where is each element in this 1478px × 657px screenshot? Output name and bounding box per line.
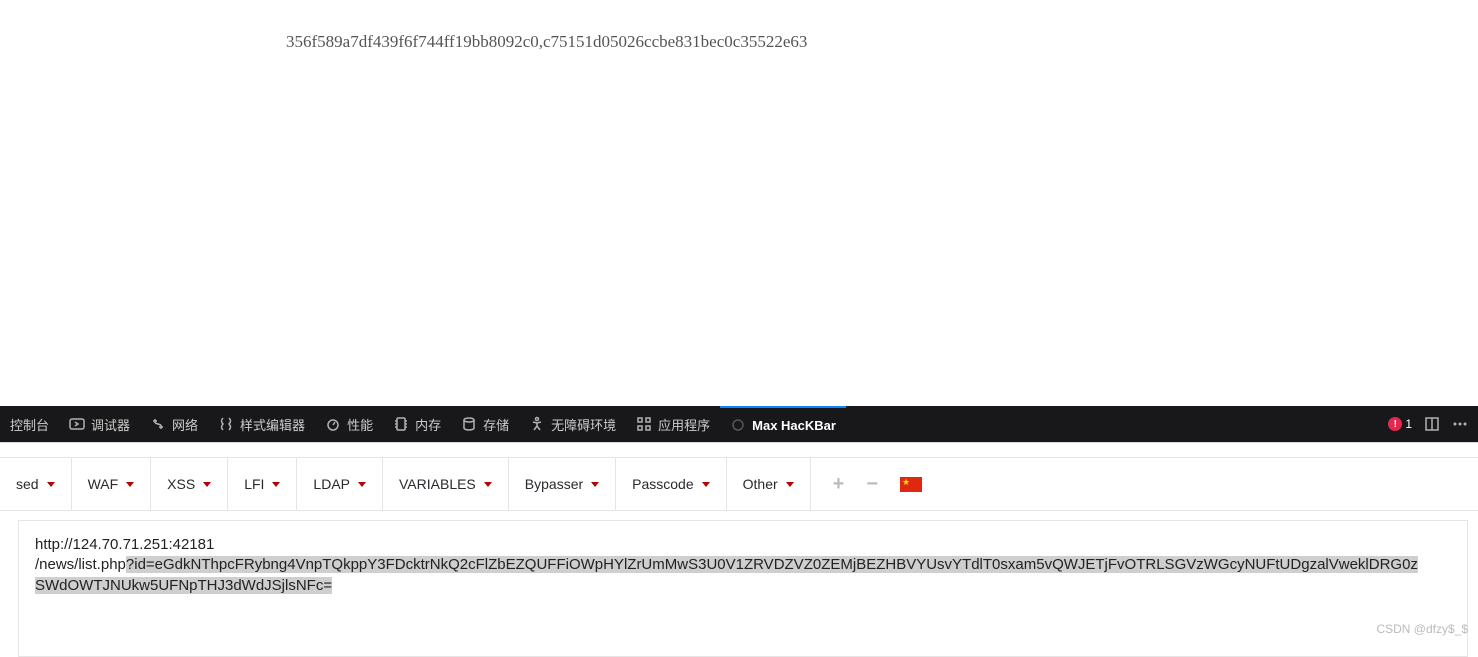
ldap-label: LDAP [313, 476, 350, 492]
sed-label: sed [16, 476, 39, 492]
memory-label: 内存 [415, 415, 441, 434]
hackbar-icon [730, 417, 746, 433]
caret-icon [484, 482, 492, 487]
tab-console[interactable]: 控制台 [0, 406, 59, 442]
performance-label: 性能 [347, 415, 373, 434]
passcode-label: Passcode [632, 476, 693, 492]
tab-accessibility[interactable]: 无障碍环境 [519, 406, 626, 442]
storage-label: 存储 [483, 415, 509, 434]
more-icon[interactable] [1452, 416, 1468, 432]
variables-label: VARIABLES [399, 476, 476, 492]
url-input[interactable]: http://124.70.71.251:42181 /news/list.ph… [18, 520, 1468, 657]
style-label: 样式编辑器 [240, 415, 305, 434]
style-icon [218, 416, 234, 432]
caret-icon [272, 482, 280, 487]
waf-label: WAF [88, 476, 119, 492]
caret-icon [786, 482, 794, 487]
tool-xss[interactable]: XSS [151, 458, 228, 510]
error-count: 1 [1405, 417, 1412, 431]
caret-icon [126, 482, 134, 487]
caret-icon [47, 482, 55, 487]
network-label: 网络 [172, 415, 198, 434]
url-line1: http://124.70.71.251:42181 [35, 536, 214, 553]
tool-bypasser[interactable]: Bypasser [509, 458, 616, 510]
application-icon [636, 416, 652, 432]
tab-performance[interactable]: 性能 [315, 406, 383, 442]
storage-icon [461, 416, 477, 432]
url-line3: SWdOWTJNUkw5UFNpTHJ3dWdJSjlsNFc= [35, 577, 332, 594]
url-line2-prefix: /news/list.php [35, 556, 126, 573]
tab-debugger[interactable]: 调试器 [59, 406, 140, 442]
page-content: 356f589a7df439f6f744ff19bb8092c0,c75151d… [0, 0, 1478, 52]
tool-passcode[interactable]: Passcode [616, 458, 726, 510]
tab-style-editor[interactable]: 样式编辑器 [208, 406, 315, 442]
devtools-tab-bar: 控制台 调试器 网络 样式编辑器 性能 内存 存储 无障碍环境 应用程序 Max… [0, 406, 1478, 442]
tab-network[interactable]: 网络 [140, 406, 208, 442]
tab-storage[interactable]: 存储 [451, 406, 519, 442]
debugger-icon [69, 416, 85, 432]
debugger-label: 调试器 [91, 415, 130, 434]
tab-hackbar[interactable]: Max HacKBar [720, 406, 846, 442]
other-label: Other [743, 476, 778, 492]
url-line2-query: ?id=eGdkNThpcFRybng4VnpTQkppY3FDcktrNkQ2… [126, 556, 1418, 573]
hackbar-label: Max HacKBar [752, 418, 836, 433]
bypasser-label: Bypasser [525, 476, 583, 492]
error-badge[interactable]: ! 1 [1388, 417, 1412, 431]
tool-lfi[interactable]: LFI [228, 458, 297, 510]
caret-icon [591, 482, 599, 487]
lfi-label: LFI [244, 476, 264, 492]
remove-icon[interactable]: − [866, 473, 878, 496]
tool-waf[interactable]: WAF [72, 458, 152, 510]
tool-sed[interactable]: sed [0, 458, 72, 510]
accessibility-label: 无障碍环境 [551, 415, 616, 434]
console-label: 控制台 [10, 415, 49, 434]
xss-label: XSS [167, 476, 195, 492]
tab-memory[interactable]: 内存 [383, 406, 451, 442]
caret-icon [702, 482, 710, 487]
tab-application[interactable]: 应用程序 [626, 406, 720, 442]
caret-icon [358, 482, 366, 487]
application-label: 应用程序 [658, 415, 710, 434]
memory-icon [393, 416, 409, 432]
accessibility-icon [529, 416, 545, 432]
hash-output: 356f589a7df439f6f744ff19bb8092c0,c75151d… [286, 32, 807, 51]
performance-icon [325, 416, 341, 432]
add-icon[interactable]: + [833, 473, 845, 496]
caret-icon [203, 482, 211, 487]
watermark: CSDN @dfzy$_$ [1376, 622, 1468, 636]
hackbar-toolbar: sed WAF XSS LFI LDAP VARIABLES Bypasser … [0, 442, 1478, 511]
dock-icon[interactable] [1424, 416, 1440, 432]
tool-variables[interactable]: VARIABLES [383, 458, 509, 510]
tool-other[interactable]: Other [727, 458, 811, 510]
tool-ldap[interactable]: LDAP [297, 458, 383, 510]
error-icon: ! [1388, 417, 1402, 431]
network-icon [150, 416, 166, 432]
flag-cn-icon[interactable] [900, 477, 922, 492]
